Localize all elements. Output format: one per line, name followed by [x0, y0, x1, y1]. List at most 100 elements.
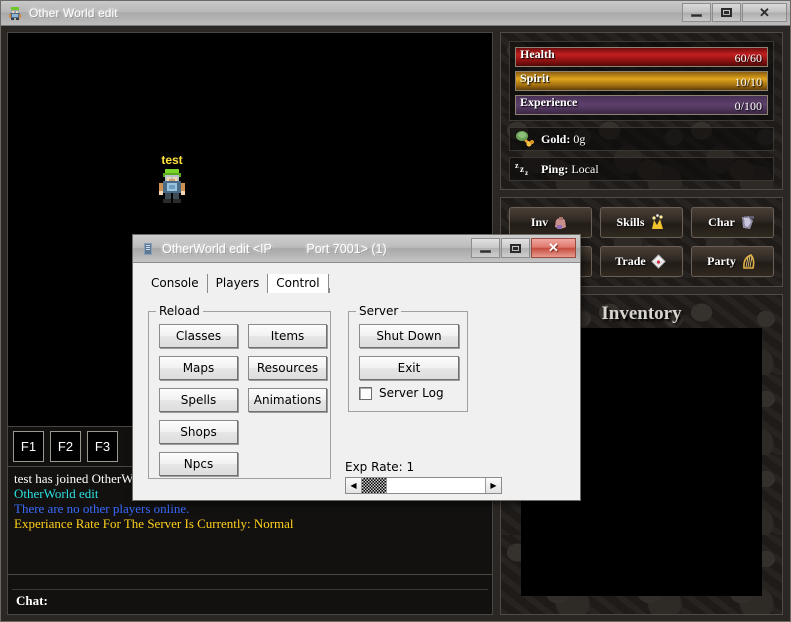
game-character-icon [7, 5, 23, 21]
minimize-icon [691, 14, 702, 17]
window-title: Other World edit [29, 6, 118, 20]
bag-icon [551, 213, 570, 232]
dialog-titlebar[interactable]: OtherWorld edit <IP Port 7001> (1) ✕ [133, 235, 580, 263]
chat-divider [12, 589, 488, 590]
hotkey-slot[interactable]: F1 [13, 431, 44, 462]
dialog-body: Console Players Control Reload Classes I… [133, 263, 580, 500]
dialog-maximize-button[interactable] [501, 238, 530, 258]
player-character[interactable]: test [148, 153, 196, 203]
ping-value: Local [571, 161, 599, 176]
ping-text: Ping: Local [541, 162, 599, 177]
server-admin-dialog: OtherWorld edit <IP Port 7001> (1) ✕ Con… [132, 234, 581, 501]
spirit-bar-fill [516, 72, 767, 90]
minimize-icon [480, 249, 491, 253]
health-bar: Health 60/60 [515, 47, 768, 67]
ping-row: z z z Ping: Local [509, 157, 774, 181]
reload-maps-button[interactable]: Maps [159, 356, 238, 380]
reload-resources-button[interactable]: Resources [248, 356, 327, 380]
character-button[interactable]: Char [691, 207, 774, 238]
tab-control[interactable]: Control [268, 274, 329, 293]
window-controls: ✕ [681, 3, 787, 22]
health-bar-value: 60/60 [734, 51, 762, 65]
reload-animations-button[interactable]: Animations [248, 388, 327, 412]
reload-spells-button[interactable]: Spells [159, 388, 238, 412]
dialog-tabstrip: Console Players Control [143, 271, 570, 293]
envelope-icon [649, 252, 668, 271]
tab-console[interactable]: Console [143, 274, 208, 293]
party-button-label: Party [707, 254, 736, 268]
reload-groupbox: Reload Classes Items Maps Resources Spel… [148, 304, 331, 479]
reload-classes-button[interactable]: Classes [159, 324, 238, 348]
arrow-right-icon[interactable]: ▶ [485, 478, 501, 493]
spirit-bar-value: 10/10 [734, 75, 762, 89]
ping-label: Ping: [541, 161, 569, 176]
chat-input[interactable] [51, 593, 492, 609]
inventory-button-label: Inv [530, 215, 549, 229]
dialog-close-button[interactable]: ✕ [531, 238, 576, 258]
svg-text:z: z [520, 164, 524, 174]
server-groupbox-title: Server [356, 304, 402, 318]
tabstrip-end [328, 288, 330, 293]
dialog-minimize-button[interactable] [471, 238, 500, 258]
svg-text:z: z [515, 161, 519, 170]
stat-bars-group: Health 60/60 Spirit 10/10 Experience 0/1… [509, 41, 774, 121]
exp-rate-slider-thumb[interactable] [362, 478, 387, 493]
armor-icon [738, 213, 757, 232]
experience-bar-label: Experience [520, 95, 578, 109]
maximize-button[interactable] [712, 3, 741, 22]
gold-coins-icon [514, 129, 536, 149]
chat-input-bar: Chat: [7, 575, 493, 615]
chat-label: Chat: [16, 593, 48, 608]
trade-button[interactable]: Trade [600, 246, 683, 277]
server-log-label: Server Log [379, 386, 444, 400]
exp-rate-label: Exp Rate: 1 [345, 460, 415, 474]
gold-row: Gold: 0g [509, 127, 774, 151]
server-tower-icon [140, 241, 156, 257]
chat-line: There are no other players online. [14, 501, 190, 516]
maximize-icon [721, 8, 732, 17]
spell-sparkle-icon [648, 213, 667, 232]
close-icon: ✕ [548, 240, 559, 255]
health-bar-label: Health [520, 47, 555, 61]
party-button[interactable]: Party [691, 246, 774, 277]
exp-rate-slider[interactable]: ◀ ▶ [345, 477, 502, 494]
dialog-title: OtherWorld edit <IP Port 7001> (1) [162, 241, 387, 256]
maximize-icon [510, 243, 521, 253]
tab-players[interactable]: Players [208, 274, 269, 293]
spirit-bar: Spirit 10/10 [515, 71, 768, 91]
application-window: Other World edit ✕ test F1 F2 F3 test ha… [0, 0, 791, 622]
server-log-checkbox[interactable] [359, 386, 372, 400]
window-titlebar[interactable]: Other World edit ✕ [1, 1, 790, 26]
reload-shops-button[interactable]: Shops [159, 420, 238, 444]
zzz-ping-icon: z z z [514, 159, 536, 179]
skills-button-label: Skills [616, 215, 645, 229]
server-shutdown-button[interactable]: Shut Down [359, 324, 459, 348]
gold-text: Gold: 0g [541, 132, 585, 147]
stats-panel: Health 60/60 Spirit 10/10 Experience 0/1… [500, 32, 783, 190]
chat-line: Experiance Rate For The Server Is Curren… [14, 516, 294, 531]
server-groupbox: Server Shut Down Exit Server Log [348, 304, 468, 412]
trade-button-label: Trade [615, 254, 646, 268]
player-name-label: test [161, 153, 183, 167]
character-button-label: Char [708, 215, 735, 229]
exp-rate-slider-track[interactable] [387, 478, 485, 493]
close-icon: ✕ [759, 4, 770, 20]
server-log-checkbox-row[interactable]: Server Log [359, 386, 444, 400]
minimize-button[interactable] [682, 3, 711, 22]
close-button[interactable]: ✕ [742, 3, 787, 22]
experience-bar: Experience 0/100 [515, 95, 768, 115]
reload-items-button[interactable]: Items [248, 324, 327, 348]
reload-groupbox-title: Reload [156, 304, 203, 318]
server-exit-button[interactable]: Exit [359, 356, 459, 380]
experience-bar-value: 0/100 [734, 99, 762, 113]
player-sprite [157, 169, 187, 203]
hotkey-slot[interactable]: F2 [50, 431, 81, 462]
arrow-left-icon[interactable]: ◀ [346, 478, 362, 493]
svg-text:z: z [525, 169, 528, 177]
reload-npcs-button[interactable]: Npcs [159, 452, 238, 476]
spirit-bar-label: Spirit [520, 71, 550, 85]
gold-value: 0g [573, 131, 586, 146]
skills-button[interactable]: Skills [600, 207, 683, 238]
dialog-window-controls: ✕ [470, 238, 576, 258]
hotkey-slot[interactable]: F3 [87, 431, 118, 462]
